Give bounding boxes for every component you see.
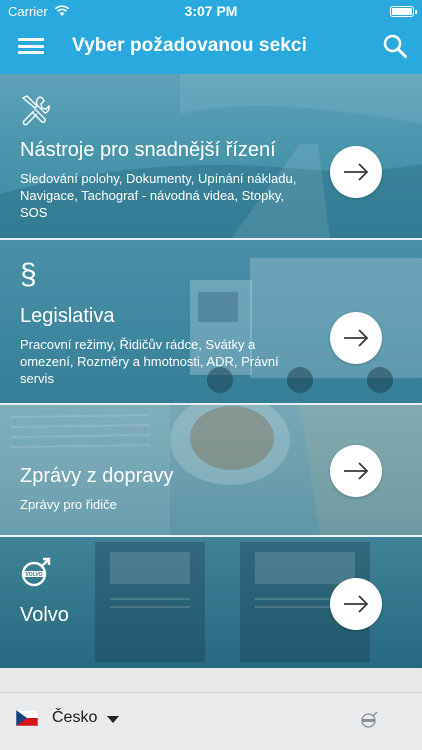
- section-description: Zprávy pro řidiče: [20, 497, 117, 512]
- section-volvo-content: Volvo: [20, 603, 312, 627]
- volvo-logo-icon: [361, 711, 378, 728]
- czech-flag-icon[interactable]: [16, 710, 38, 726]
- section-title: Legislativa: [20, 305, 115, 327]
- open-legislation-button[interactable]: [330, 312, 382, 364]
- page-title: Vyber požadovanou sekci: [72, 35, 307, 56]
- volvo-logo-text: VOLVO: [25, 572, 42, 578]
- wifi-icon: [54, 5, 69, 16]
- open-tools-button[interactable]: [330, 146, 382, 198]
- caret-down-icon[interactable]: [107, 716, 119, 723]
- open-volvo-button[interactable]: [330, 578, 382, 630]
- section-legislation-content: Legislativa Pracovní režimy, Řidičův rád…: [20, 304, 312, 387]
- section-news-content: Zprávy z dopravy Zprávy pro řidiče: [20, 464, 312, 513]
- language-selector-label[interactable]: Česko: [52, 709, 97, 727]
- carrier-label: Carrier: [8, 3, 48, 19]
- navigation-bar: Vyber požadovanou sekci: [0, 22, 422, 74]
- language-bar: Česko: [0, 692, 422, 750]
- open-news-button[interactable]: [330, 445, 382, 497]
- status-left: Carrier: [8, 4, 70, 19]
- tools-icon: [21, 95, 50, 126]
- volvo-logo-icon: VOLVO: [21, 557, 51, 587]
- arrow-right-icon: [344, 595, 369, 613]
- section-title: Nástroje pro snadnější řízení: [20, 139, 276, 161]
- section-title: Volvo: [20, 604, 69, 626]
- section-news[interactable]: Zprávy z dopravy Zprávy pro řidiče: [0, 405, 422, 537]
- paragraph-icon: §: [20, 258, 37, 291]
- search-icon[interactable]: [382, 33, 408, 59]
- status-bar: Carrier 3:07 PM: [0, 0, 422, 22]
- section-title: Zprávy z dopravy: [20, 465, 174, 487]
- hamburger-menu-icon[interactable]: [18, 35, 44, 57]
- arrow-right-icon: [344, 329, 369, 347]
- section-tools[interactable]: Nástroje pro snadnější řízení Sledování …: [0, 74, 422, 240]
- section-legislation[interactable]: § Legislativa Pracovní režimy, Řidičův r…: [0, 240, 422, 405]
- section-description: Sledování polohy, Dokumenty, Upínání nák…: [20, 171, 297, 220]
- section-description: Pracovní režimy, Řidičův rádce, Svátky a…: [20, 337, 279, 386]
- arrow-right-icon: [344, 163, 369, 181]
- section-tools-content: Nástroje pro snadnější řízení Sledování …: [20, 138, 312, 221]
- battery-icon: [390, 5, 417, 17]
- section-list: Nástroje pro snadnější řízení Sledování …: [0, 74, 422, 668]
- section-volvo[interactable]: VOLVO Volvo: [0, 537, 422, 668]
- arrow-right-icon: [344, 462, 369, 480]
